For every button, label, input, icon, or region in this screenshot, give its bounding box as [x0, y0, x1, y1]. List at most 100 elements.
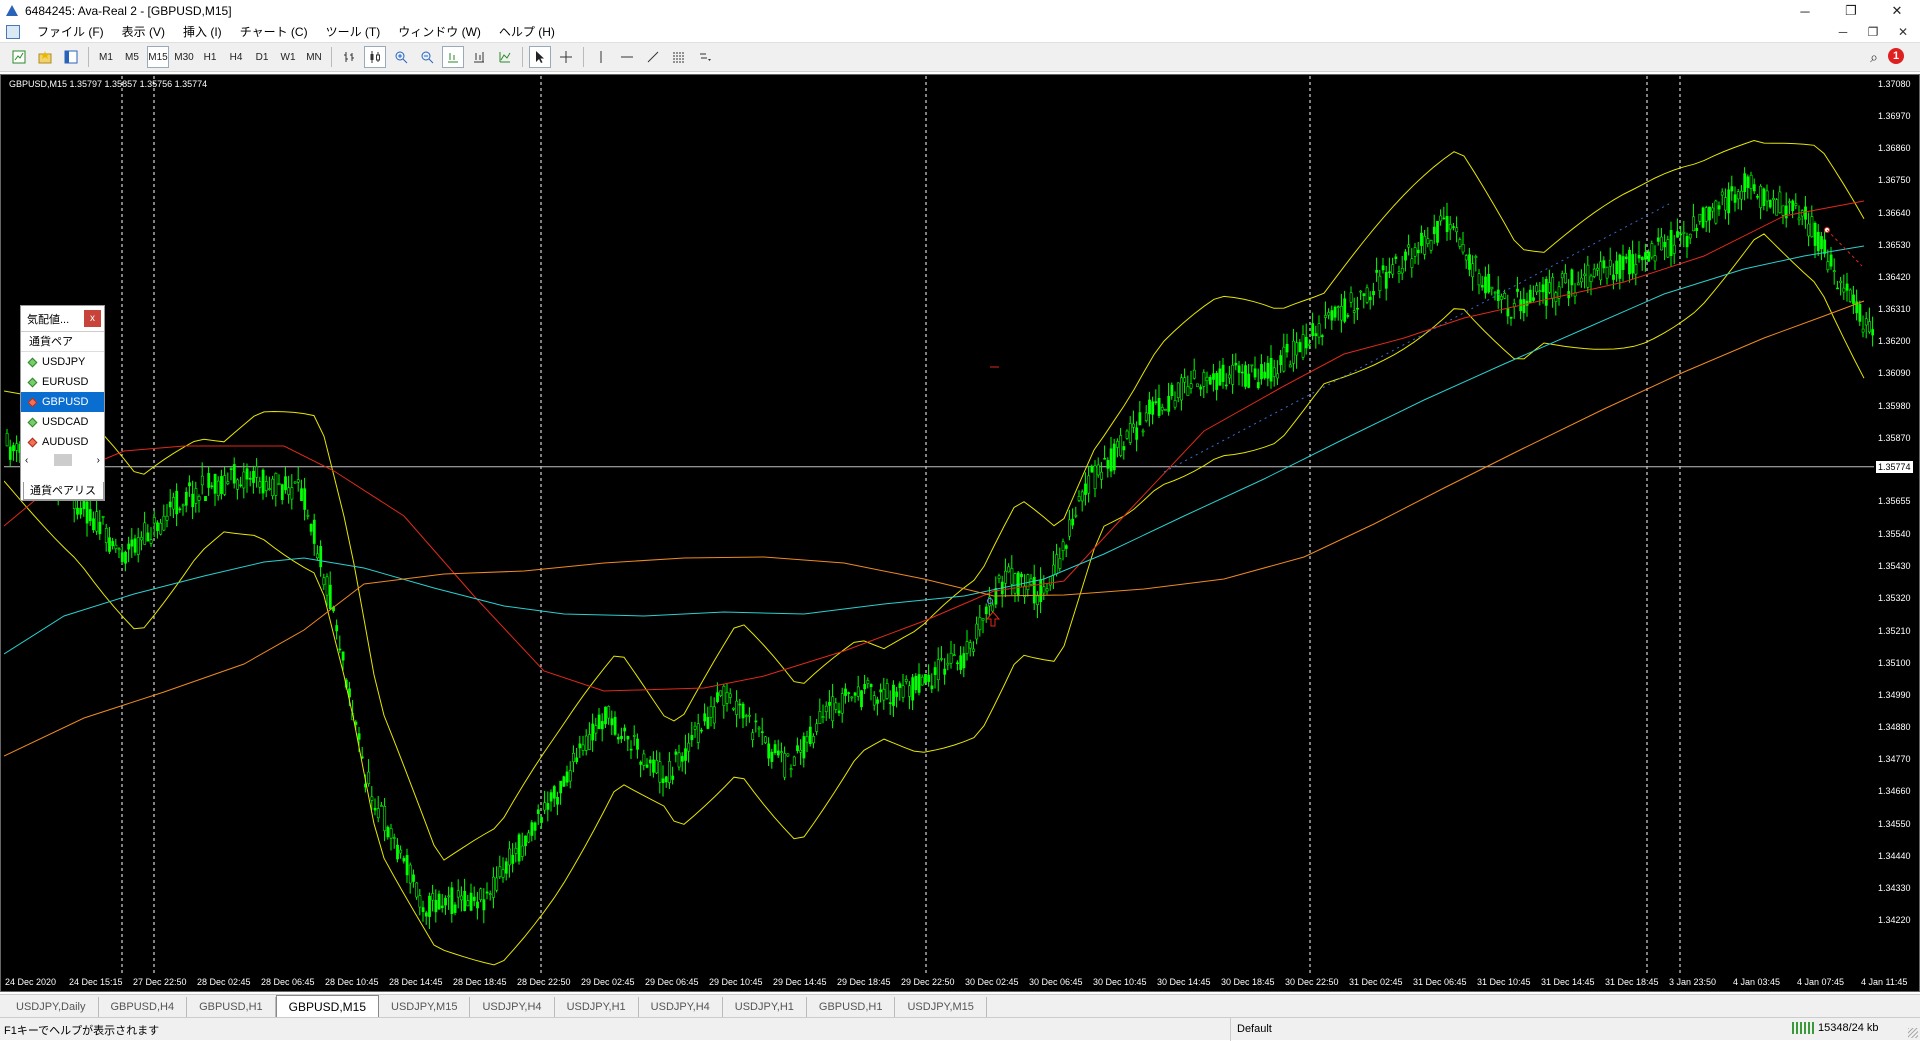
- candle-body: [1266, 362, 1270, 379]
- chart-window[interactable]: GBPUSD,M15 1.35797 1.35857 1.35756 1.357…: [0, 74, 1920, 992]
- symbol-column-header[interactable]: 通貨ペア: [21, 332, 104, 352]
- menu-view[interactable]: 表示 (V): [113, 22, 174, 42]
- chart-tab[interactable]: USDJPY,M15: [379, 997, 471, 1017]
- crosshair-button[interactable]: [555, 46, 577, 68]
- candle-body: [936, 659, 940, 681]
- price-chart[interactable]: [4, 76, 1874, 973]
- indicators-button[interactable]: [494, 46, 516, 68]
- search-icon[interactable]: ⌕: [1870, 49, 1878, 66]
- chart-tab[interactable]: GBPUSD,H1: [187, 997, 276, 1017]
- candle-body: [584, 735, 588, 751]
- candle-body: [1541, 284, 1545, 293]
- horizontal-scrollbar[interactable]: ‹ ›: [21, 452, 104, 468]
- connection-status[interactable]: 15348/24 kb: [1792, 1022, 1879, 1034]
- candle-body: [463, 891, 467, 911]
- timeframe-m1[interactable]: M1: [95, 46, 117, 68]
- candle-body: [1388, 271, 1391, 274]
- candlestick-button[interactable]: [364, 46, 386, 68]
- zoom-out-button[interactable]: [416, 46, 438, 68]
- vertical-line-button[interactable]: [590, 46, 612, 68]
- autoscroll-button[interactable]: [442, 46, 464, 68]
- shapes-button[interactable]: [694, 46, 716, 68]
- symbol-row-gbpusd[interactable]: GBPUSD: [21, 392, 104, 412]
- candlestick-icon: [370, 51, 380, 63]
- zoom-in-button[interactable]: [390, 46, 412, 68]
- connection-traffic: 15348/24 kb: [1818, 1022, 1879, 1034]
- candle-body: [1160, 407, 1164, 411]
- timeframe-h1[interactable]: H1: [199, 46, 221, 68]
- market-watch-close-button[interactable]: x: [84, 310, 101, 327]
- horizontal-line-button[interactable]: [616, 46, 638, 68]
- time-tick-label: 31 Dec 18:45: [1605, 977, 1659, 987]
- chart-tab[interactable]: USDJPY,H1: [723, 997, 807, 1017]
- candle-body: [1407, 244, 1411, 248]
- candle-body: [268, 488, 271, 490]
- chart-tab[interactable]: USDJPY,Daily: [4, 997, 99, 1017]
- new-chart-button[interactable]: [8, 46, 30, 68]
- market-watch-header[interactable]: 気配値... x: [21, 306, 104, 332]
- menu-chart[interactable]: チャート (C): [231, 22, 317, 42]
- scroll-right-icon[interactable]: ›: [97, 455, 100, 466]
- child-restore-button[interactable]: ❐: [1858, 22, 1888, 42]
- candle-body: [648, 759, 652, 764]
- document-icon[interactable]: [6, 25, 20, 39]
- candle-body: [1455, 227, 1459, 233]
- child-minimize-button[interactable]: ─: [1828, 22, 1858, 42]
- candle-body: [1186, 386, 1190, 396]
- symbol-row-usdcad[interactable]: USDCAD: [21, 412, 104, 432]
- symbol-row-eurusd[interactable]: EURUSD: [21, 372, 104, 392]
- candle-body: [338, 648, 342, 651]
- market-watch-button[interactable]: [60, 46, 82, 68]
- timeframe-mn[interactable]: MN: [303, 46, 325, 68]
- cursor-icon: [536, 51, 544, 63]
- candle-body: [207, 473, 211, 488]
- minimize-button[interactable]: ─: [1782, 0, 1828, 22]
- close-window-button[interactable]: ✕: [1874, 0, 1920, 22]
- resize-grip-icon[interactable]: [1908, 1028, 1918, 1038]
- menu-tools[interactable]: ツール (T): [317, 22, 390, 42]
- menu-insert[interactable]: 挿入 (I): [174, 22, 231, 42]
- candle-body: [469, 892, 473, 911]
- timeframe-m30[interactable]: M30: [173, 46, 195, 68]
- candle-body: [1861, 328, 1865, 333]
- candle-body: [1644, 252, 1647, 260]
- timeframe-d1[interactable]: D1: [251, 46, 273, 68]
- channel-button[interactable]: [668, 46, 690, 68]
- candle-body: [1173, 400, 1177, 408]
- chart-tab[interactable]: USDJPY,M15: [895, 997, 987, 1017]
- chart-tab[interactable]: USDJPY,H1: [555, 997, 639, 1017]
- candle-body: [472, 896, 476, 901]
- chart-tab[interactable]: GBPUSD,H1: [807, 997, 896, 1017]
- menu-file[interactable]: ファイル (F): [28, 22, 113, 42]
- symbols-tab[interactable]: 通貨ペアリスト: [23, 482, 104, 515]
- profiles-button[interactable]: [34, 46, 56, 68]
- candle-body: [760, 731, 764, 733]
- chart-tab[interactable]: USDJPY,H4: [470, 997, 555, 1017]
- child-close-button[interactable]: ✕: [1888, 22, 1918, 42]
- chart-tab[interactable]: GBPUSD,H4: [99, 997, 188, 1017]
- candle-body: [844, 688, 847, 696]
- menu-window[interactable]: ウィンドウ (W): [389, 22, 490, 42]
- symbol-row-usdjpy[interactable]: USDJPY: [21, 352, 104, 372]
- restore-button[interactable]: ❐: [1828, 0, 1874, 22]
- chart-shift-button[interactable]: [468, 46, 490, 68]
- timeframe-m15[interactable]: M15: [147, 46, 169, 68]
- timeframe-h4[interactable]: H4: [225, 46, 247, 68]
- candle-body: [1599, 261, 1603, 281]
- scroll-thumb[interactable]: [53, 454, 72, 466]
- folder-star-icon: [38, 51, 52, 64]
- chart-tab[interactable]: GBPUSD,M15: [275, 995, 380, 1017]
- notification-badge[interactable]: 1: [1888, 48, 1904, 64]
- timeframe-m5[interactable]: M5: [121, 46, 143, 68]
- trendline-button[interactable]: [642, 46, 664, 68]
- menu-help[interactable]: ヘルプ (H): [490, 22, 564, 42]
- timeframe-w1[interactable]: W1: [277, 46, 299, 68]
- status-profile[interactable]: Default: [1230, 1018, 1272, 1041]
- scroll-left-icon[interactable]: ‹: [25, 455, 28, 466]
- chart-tab[interactable]: USDJPY,H4: [639, 997, 723, 1017]
- candle-body: [1301, 334, 1305, 358]
- symbol-row-audusd[interactable]: AUDUSD: [21, 432, 104, 452]
- candle-body: [261, 469, 265, 494]
- bar-chart-button[interactable]: [338, 46, 360, 68]
- cursor-button[interactable]: [529, 46, 551, 68]
